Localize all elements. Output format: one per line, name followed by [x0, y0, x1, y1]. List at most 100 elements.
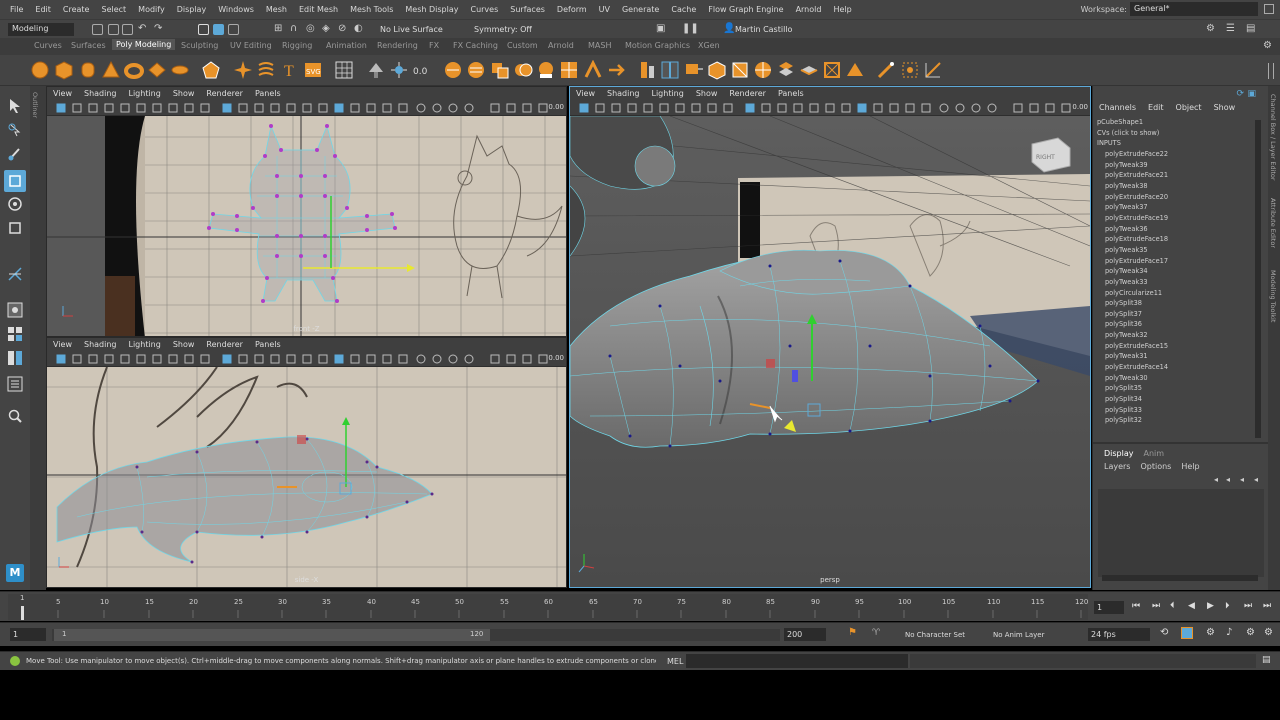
shelf-tab-poly-modeling[interactable]: Poly Modeling — [112, 39, 176, 50]
modeling-toolkit-icon[interactable]: ⚙ — [1206, 23, 1215, 34]
last-tool-icon[interactable] — [7, 266, 23, 282]
poly-torus-icon[interactable] — [124, 60, 144, 80]
shelf-tab-fx-caching[interactable]: FX Caching — [453, 41, 498, 50]
menu-curves[interactable]: Curves — [464, 5, 504, 14]
vp-menu-shading[interactable]: Shading — [601, 89, 646, 98]
new-layer-icon[interactable]: ◂ — [1240, 475, 1244, 484]
menu-display[interactable]: Display — [171, 5, 213, 14]
side-by-side-icon[interactable] — [7, 350, 23, 366]
vp-menu-lighting[interactable]: Lighting — [122, 89, 166, 98]
menu-select[interactable]: Select — [95, 5, 132, 14]
options-menu[interactable]: Options — [1140, 462, 1171, 471]
smooth-icon[interactable] — [334, 60, 354, 80]
input-node[interactable]: polySplit33 — [1097, 405, 1257, 416]
vp-menu-shading[interactable]: Shading — [78, 340, 123, 349]
shelf-tab-rendering[interactable]: Rendering — [377, 41, 418, 50]
menu-windows[interactable]: Windows — [212, 5, 260, 14]
vp-menu-show[interactable]: Show — [690, 89, 724, 98]
snap-view-icon[interactable]: ◈ — [322, 23, 330, 34]
merge-icon[interactable] — [637, 60, 657, 80]
side-tab-modeling-toolkit[interactable]: Modeling Toolkit — [1269, 270, 1277, 322]
panel-toolbar-icons[interactable] — [47, 350, 567, 367]
shape-node[interactable]: pCubeShape1 — [1097, 117, 1257, 128]
save-scene-icon[interactable] — [122, 24, 133, 35]
menu-file[interactable]: File — [4, 5, 29, 14]
play-forward-icon[interactable]: ▶ — [1207, 601, 1214, 611]
four-view-icon[interactable] — [7, 326, 23, 342]
bend-tool-icon[interactable] — [923, 60, 943, 80]
playback-speed-icon[interactable]: ⚙ — [1206, 627, 1215, 638]
cvs-toggle[interactable]: CVs (click to show) — [1097, 128, 1257, 139]
go-to-end-icon[interactable]: ⏭ — [1263, 601, 1271, 611]
script-editor-icon[interactable]: ▤ — [1262, 655, 1271, 665]
input-node[interactable]: polyExtrudeFace14 — [1097, 362, 1257, 373]
vp-menu-renderer[interactable]: Renderer — [200, 89, 249, 98]
shelf-settings-icon[interactable]: ⚙ — [1263, 40, 1272, 51]
rotate-tool-icon[interactable] — [7, 196, 23, 212]
menu-edit[interactable]: Edit — [29, 5, 57, 14]
side-canvas[interactable]: side -X — [47, 366, 566, 587]
view-cube-label[interactable]: RIGHT — [1036, 154, 1055, 161]
vp-menu-renderer[interactable]: Renderer — [200, 340, 249, 349]
mirror-icon[interactable] — [366, 60, 386, 80]
input-node[interactable]: polyTweak35 — [1097, 245, 1257, 256]
tool-settings-icon[interactable]: ▤ — [1246, 23, 1255, 34]
vp-menu-renderer[interactable]: Renderer — [723, 89, 772, 98]
snap-curve-icon[interactable]: ∩ — [290, 23, 297, 34]
cache-playback-icon[interactable] — [1181, 627, 1193, 639]
poly-plane-icon[interactable] — [147, 60, 167, 80]
input-node[interactable]: polyCircularize11 — [1097, 288, 1257, 299]
input-node[interactable]: polyExtrudeFace19 — [1097, 213, 1257, 224]
append-polygon-icon[interactable] — [466, 60, 486, 80]
input-node[interactable]: polySplit37 — [1097, 309, 1257, 320]
current-frame-field[interactable]: 1 — [1094, 601, 1124, 614]
offset-edge-loop-icon[interactable] — [583, 60, 603, 80]
input-node[interactable]: polyTweak33 — [1097, 277, 1257, 288]
snap-grid-icon[interactable]: ⊞ — [274, 23, 282, 34]
menu-deform[interactable]: Deform — [551, 5, 593, 14]
unfold-icon[interactable] — [707, 60, 727, 80]
layout-uv-icon[interactable] — [776, 60, 796, 80]
layer-help-menu[interactable]: Help — [1181, 462, 1199, 471]
menu-flow-graph-engine[interactable]: Flow Graph Engine — [702, 5, 789, 14]
attribute-editor-icon[interactable]: ☰ — [1226, 23, 1235, 34]
workspace-dropdown[interactable]: General* — [1130, 2, 1258, 16]
input-node[interactable]: polyTweak31 — [1097, 351, 1257, 362]
menu-cache[interactable]: Cache — [665, 5, 702, 14]
scene-end-field[interactable]: 200 — [784, 628, 826, 641]
insert-edge-loop-icon[interactable] — [559, 60, 579, 80]
shelf-tab-sculpting[interactable]: Sculpting — [181, 41, 218, 50]
single-perspective-icon[interactable] — [7, 302, 23, 318]
loop-icon[interactable]: ⟲ — [1160, 627, 1168, 638]
input-node[interactable]: polyExtrudeFace17 — [1097, 256, 1257, 267]
outliner-strip[interactable]: Outliner — [30, 86, 46, 590]
undo-icon[interactable]: ↶ — [138, 23, 146, 34]
audio-icon[interactable]: ♪ — [1226, 627, 1232, 638]
menu-mesh-display[interactable]: Mesh Display — [399, 5, 464, 14]
input-node[interactable]: polyTweak39 — [1097, 160, 1257, 171]
target-weld-icon[interactable] — [536, 60, 556, 80]
input-node[interactable]: polyExtrudeFace18 — [1097, 234, 1257, 245]
shelf-tab-arnold[interactable]: Arnold — [548, 41, 574, 50]
vp-menu-view[interactable]: View — [570, 89, 601, 98]
exposure-value[interactable]: 0.00 — [548, 103, 564, 111]
layers-menu[interactable]: Layers — [1104, 462, 1130, 471]
input-node[interactable]: polyTweak32 — [1097, 330, 1257, 341]
layer-tab-display[interactable]: Display — [1104, 449, 1134, 458]
menu-surfaces[interactable]: Surfaces — [504, 5, 551, 14]
camera-map-icon[interactable] — [845, 60, 865, 80]
vp-menu-panels[interactable]: Panels — [249, 340, 287, 349]
poly-sphere-icon[interactable] — [30, 60, 50, 80]
shelf-tab-custom[interactable]: Custom — [507, 41, 538, 50]
uv-sew-icon[interactable] — [753, 60, 773, 80]
poly-disc-icon[interactable] — [170, 60, 190, 80]
menu-arnold[interactable]: Arnold — [790, 5, 828, 14]
panel-toolbar-icons[interactable] — [47, 99, 567, 116]
vp-menu-show[interactable]: Show — [167, 89, 201, 98]
exposure-value[interactable]: 0.00 — [1072, 103, 1088, 111]
poly-cube-icon[interactable] — [54, 60, 74, 80]
collapse-icon[interactable] — [660, 60, 680, 80]
panel-toolbar-icons[interactable] — [570, 99, 1091, 116]
input-node[interactable]: polyExtrudeFace20 — [1097, 192, 1257, 203]
input-node[interactable]: polySplit35 — [1097, 383, 1257, 394]
